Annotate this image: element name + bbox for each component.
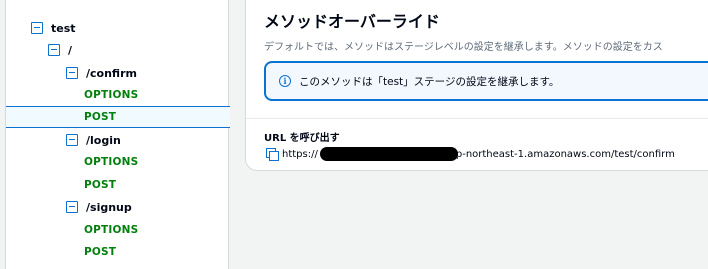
invoke-url-label: URL を呼び出す bbox=[264, 133, 340, 144]
method-label: POST bbox=[84, 179, 117, 191]
method-label: OPTIONS bbox=[84, 224, 139, 236]
collapse-icon[interactable] bbox=[31, 22, 43, 34]
tree-item-login-options[interactable]: OPTIONS bbox=[6, 151, 230, 173]
tree-item-signup[interactable]: /signup bbox=[6, 196, 230, 218]
resource-tree-panel: test / /confirm OPTIONS POST /login OPTI… bbox=[5, 0, 230, 269]
copy-icon[interactable] bbox=[266, 148, 279, 161]
tree-item-signup-post[interactable]: POST bbox=[6, 241, 230, 263]
tree-item-label: test bbox=[51, 21, 76, 35]
tree-item-login-post[interactable]: POST bbox=[6, 174, 230, 196]
collapse-icon[interactable] bbox=[66, 134, 78, 146]
tree-item-label: /login bbox=[86, 133, 121, 147]
collapse-icon[interactable] bbox=[66, 201, 78, 213]
method-label: POST bbox=[84, 111, 117, 123]
invoke-url-row: https:// p-northeast-1.amazonaws.com/tes… bbox=[266, 147, 675, 161]
method-override-container: メソッドオーバーライド デフォルトでは、メソッドはステージレベルの設定を継承しま… bbox=[245, 0, 708, 171]
collapse-icon[interactable] bbox=[66, 67, 78, 79]
redaction-mark bbox=[319, 147, 458, 161]
method-label: OPTIONS bbox=[84, 156, 139, 168]
method-label: OPTIONS bbox=[84, 89, 139, 101]
section-description: デフォルトでは、メソッドはステージレベルの設定を継承します。メソッドの設定をカス bbox=[264, 42, 663, 53]
tree-item-root[interactable]: / bbox=[6, 39, 230, 61]
info-icon: i bbox=[279, 75, 291, 87]
tree-item-label: / bbox=[68, 43, 73, 57]
tree-item-login[interactable]: /login bbox=[6, 129, 230, 151]
invoke-url-suffix: p-northeast-1.amazonaws.com/test/confirm bbox=[455, 148, 675, 160]
tree-item-label: /confirm bbox=[86, 66, 137, 80]
divider bbox=[246, 118, 708, 119]
tree-item-test[interactable]: test bbox=[6, 17, 230, 39]
invoke-url-value[interactable]: https:// p-northeast-1.amazonaws.com/tes… bbox=[282, 147, 675, 161]
method-label: POST bbox=[84, 246, 117, 258]
collapse-icon[interactable] bbox=[48, 44, 60, 56]
tree-item-confirm[interactable]: /confirm bbox=[6, 62, 230, 84]
tree-item-signup-options[interactable]: OPTIONS bbox=[6, 219, 230, 241]
tree-item-confirm-post[interactable]: POST bbox=[6, 106, 230, 128]
section-title: メソッドオーバーライド bbox=[264, 12, 440, 31]
info-alert-text: このメソッドは「test」ステージの設定を継承します。 bbox=[299, 75, 560, 88]
tree-item-confirm-options[interactable]: OPTIONS bbox=[6, 84, 230, 106]
tree-item-label: /signup bbox=[86, 200, 132, 214]
info-alert: i このメソッドは「test」ステージの設定を継承します。 bbox=[264, 61, 708, 101]
invoke-url-prefix: https:// bbox=[282, 148, 318, 160]
